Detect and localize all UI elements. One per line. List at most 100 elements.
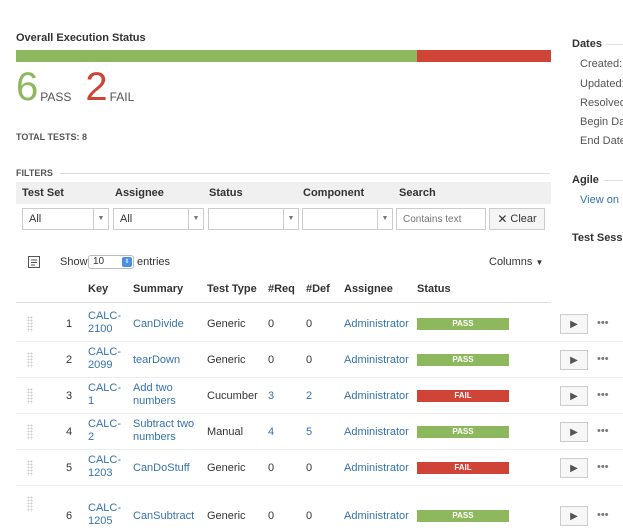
- key-line1: CALC-: [88, 418, 122, 430]
- issue-key-link[interactable]: CALC- 1: [88, 382, 121, 408]
- summary-line2: numbers: [133, 395, 176, 407]
- assignee-link[interactable]: Administrator: [344, 390, 409, 403]
- test-type: Generic: [207, 510, 246, 522]
- summary-line1: Add two: [133, 382, 173, 394]
- key-line1: CALC-: [88, 346, 122, 358]
- clear-filters-button[interactable]: ✕ Clear: [489, 208, 545, 230]
- view-on-board-link[interactable]: View on: [580, 194, 619, 206]
- fail-count: 2: [85, 65, 108, 109]
- progress-fail-segment: [417, 50, 551, 62]
- test-type: Generic: [207, 318, 246, 330]
- execute-button[interactable]: ▶: [560, 386, 588, 406]
- drag-handle[interactable]: [27, 316, 33, 332]
- issue-key-link[interactable]: CALC- 1205: [88, 502, 121, 528]
- more-actions-icon[interactable]: •••: [597, 425, 609, 437]
- column-header-def[interactable]: #Def: [306, 283, 330, 295]
- def-count: 0: [306, 318, 313, 330]
- req-count: 0: [268, 318, 275, 330]
- column-header-key[interactable]: Key: [88, 283, 108, 295]
- drag-handle[interactable]: [27, 388, 33, 404]
- drag-handle[interactable]: [27, 460, 33, 476]
- drag-handle[interactable]: [27, 352, 33, 368]
- req-count-link[interactable]: 3: [268, 390, 274, 403]
- summary-line1: CanDoStuff: [133, 462, 190, 474]
- key-line2: 2099: [88, 359, 113, 371]
- entries-select[interactable]: 10 ⇕: [88, 255, 134, 269]
- clear-label: Clear: [510, 213, 537, 225]
- fail-label: FAIL: [109, 90, 135, 104]
- total-tests: TOTAL TESTS: 8: [16, 132, 88, 142]
- def-count: 0: [306, 462, 313, 474]
- column-header-summary[interactable]: Summary: [133, 283, 183, 295]
- status-select[interactable]: ▼: [208, 208, 299, 230]
- execute-button[interactable]: ▶: [560, 506, 588, 526]
- summary-line1: tearDown: [133, 354, 181, 366]
- test-type: Manual: [207, 426, 244, 438]
- progress-pass-segment: [16, 50, 418, 62]
- summary-link[interactable]: CanDivide: [133, 318, 184, 331]
- summary-link[interactable]: Subtract two numbers: [133, 418, 194, 444]
- search-input[interactable]: [396, 208, 486, 230]
- req-count: 0: [268, 462, 275, 474]
- more-actions-icon[interactable]: •••: [597, 389, 609, 401]
- key-line1: CALC-: [88, 502, 122, 514]
- caret-down-icon: ▼: [535, 258, 544, 267]
- assignee-link[interactable]: Administrator: [344, 354, 409, 367]
- def-count-link[interactable]: 2: [306, 390, 312, 403]
- key-line2: 2: [88, 431, 95, 443]
- column-header-test-type[interactable]: Test Type: [207, 283, 257, 295]
- execute-button[interactable]: ▶: [560, 350, 588, 370]
- filters-heading: FILTERS: [16, 168, 53, 178]
- dates-divider: [606, 44, 623, 45]
- def-count-link[interactable]: 5: [306, 426, 312, 439]
- test-type: Generic: [207, 462, 246, 474]
- key-line1: CALC-: [88, 310, 122, 322]
- filter-header-search: Search: [399, 187, 436, 199]
- issue-key-link[interactable]: CALC- 2: [88, 418, 121, 444]
- date-created-label: Created:: [580, 58, 623, 70]
- chevron-down-icon: ▼: [93, 209, 108, 229]
- filters-header-bar: [16, 182, 551, 204]
- column-header-assignee[interactable]: Assignee: [344, 283, 393, 295]
- assignee-link[interactable]: Administrator: [344, 510, 409, 523]
- execute-button[interactable]: ▶: [560, 314, 588, 334]
- issue-key-link[interactable]: CALC- 1203: [88, 454, 121, 480]
- summary-link[interactable]: CanDoStuff: [133, 462, 190, 475]
- summary-link[interactable]: tearDown: [133, 354, 180, 367]
- req-count-link[interactable]: 4: [268, 426, 274, 439]
- columns-dropdown[interactable]: Columns ▼: [489, 256, 543, 268]
- play-icon: ▶: [570, 426, 578, 438]
- status-counts: 6 PASS 2 FAIL: [16, 65, 148, 109]
- execute-button[interactable]: ▶: [560, 422, 588, 442]
- table-row: 1 CALC- 2100 CanDivide Generic 0 0 Admini…: [16, 306, 623, 342]
- component-select[interactable]: ▼: [302, 208, 393, 230]
- list-icon[interactable]: [28, 256, 40, 268]
- status-badge: PASS: [417, 354, 509, 366]
- drag-handle[interactable]: [27, 424, 33, 440]
- chevron-down-icon: ▼: [377, 209, 392, 229]
- test-set-select[interactable]: All ▼: [22, 208, 109, 230]
- execute-button[interactable]: ▶: [560, 458, 588, 478]
- drag-handle[interactable]: [27, 496, 33, 512]
- assignee-link[interactable]: Administrator: [344, 426, 409, 439]
- filter-header-component: Component: [303, 187, 365, 199]
- column-header-req[interactable]: #Req: [268, 283, 295, 295]
- more-actions-icon[interactable]: •••: [597, 509, 609, 521]
- more-actions-icon[interactable]: •••: [597, 353, 609, 365]
- assignee-link[interactable]: Administrator: [344, 318, 409, 331]
- more-actions-icon[interactable]: •••: [597, 461, 609, 473]
- key-line2: 2100: [88, 323, 113, 335]
- issue-key-link[interactable]: CALC- 2100: [88, 310, 121, 336]
- column-header-status[interactable]: Status: [417, 283, 451, 295]
- row-index: 2: [66, 354, 73, 366]
- table-row: 5 CALC- 1203 CanDoStuff Generic 0 0 Admin…: [16, 450, 623, 486]
- assignee-select[interactable]: All ▼: [113, 208, 204, 230]
- more-actions-icon[interactable]: •••: [597, 317, 609, 329]
- entries-label: entries: [137, 256, 171, 268]
- chevron-down-icon: ▼: [283, 209, 298, 229]
- assignee-link[interactable]: Administrator: [344, 462, 409, 475]
- issue-key-link[interactable]: CALC- 2099: [88, 346, 121, 372]
- summary-link[interactable]: Add two numbers: [133, 382, 176, 408]
- date-begin-label: Begin Da: [580, 116, 623, 128]
- summary-link[interactable]: CanSubtract: [133, 510, 194, 523]
